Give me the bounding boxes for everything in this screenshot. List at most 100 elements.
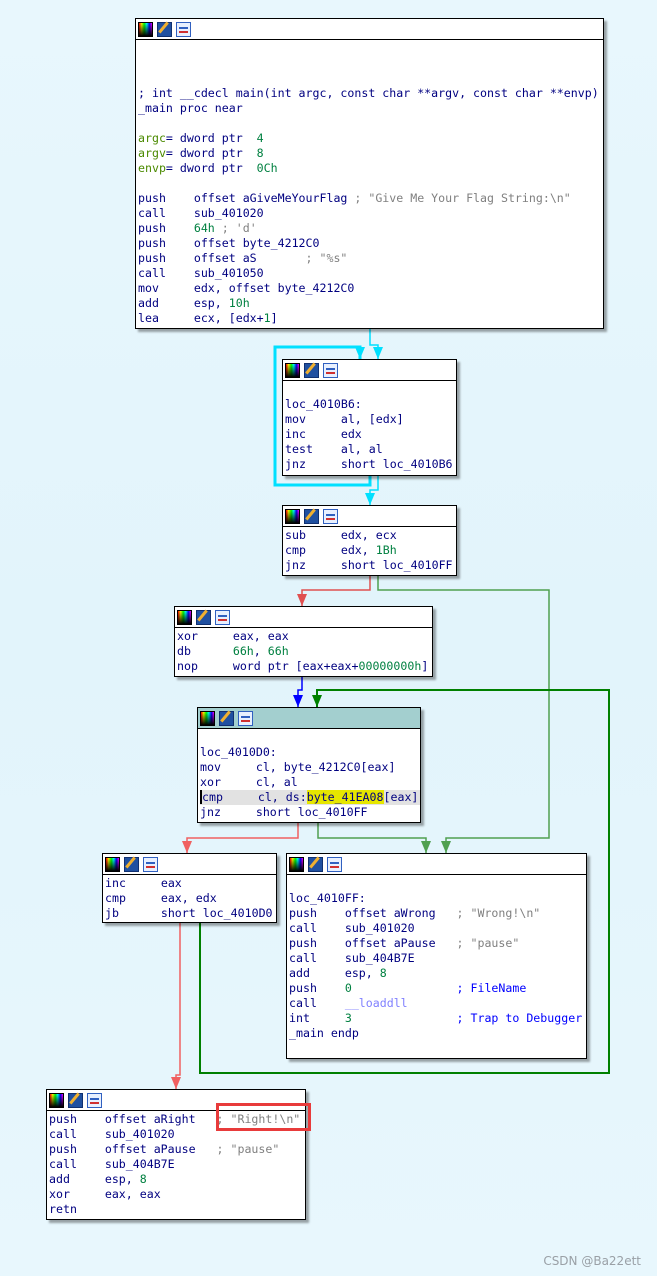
asm-line[interactable]: xor cl, al	[200, 775, 420, 790]
asm-line[interactable]: mov al, [edx]	[285, 412, 456, 427]
asm-line[interactable]	[200, 730, 420, 745]
asm-line[interactable]: push offset aPause ; "pause"	[49, 1142, 305, 1157]
color-palette-icon[interactable]	[138, 21, 153, 37]
code-block-loop-increment[interactable]: inc eax cmp eax, edx jb short loc_4010D0	[102, 853, 277, 923]
asm-line[interactable]: test al, al	[285, 442, 456, 457]
asm-line[interactable]: xor eax, eax	[177, 629, 432, 644]
asm-line[interactable]: call __loaddll	[289, 996, 586, 1011]
edit-pencil-icon[interactable]	[219, 710, 234, 726]
asm-line[interactable]: call sub_401020	[289, 921, 586, 936]
asm-line[interactable]	[289, 876, 586, 891]
asm-line[interactable]: add esp, 10h	[138, 296, 603, 311]
graph-overview-icon[interactable]	[327, 856, 342, 872]
asm-line[interactable]: add esp, 8	[289, 966, 586, 981]
code-block-init-loop[interactable]: xor eax, eax db 66h, 66h nop word ptr [eax…	[174, 606, 433, 677]
asm-line[interactable]	[289, 1041, 586, 1056]
asm-line[interactable]: inc edx	[285, 427, 456, 442]
mnemonic: push	[289, 981, 345, 995]
asm-line[interactable]: push 0 ; FileName	[289, 981, 586, 996]
mnemonic: = dword ptr	[165, 146, 257, 160]
operand: short loc_4010FF	[255, 805, 368, 819]
asm-line[interactable]	[138, 71, 603, 86]
number: 8	[379, 966, 387, 980]
asm-line[interactable]: xor eax, eax	[49, 1187, 305, 1202]
code-block-length-check[interactable]: sub edx, ecx cmp edx, 1Bh jnz short loc_40…	[282, 505, 457, 576]
asm-line[interactable]: _main proc near	[138, 101, 603, 116]
code-block-main-entry[interactable]: ; int __cdecl main(int argc, const char …	[135, 18, 604, 329]
asm-line[interactable]: call sub_401020	[138, 206, 603, 221]
operand	[352, 1011, 457, 1025]
asm-line[interactable]: mov edx, offset byte_4212C0	[138, 281, 603, 296]
asm-line[interactable]: argv= dword ptr 8	[138, 146, 603, 161]
color-palette-icon[interactable]	[285, 508, 300, 524]
asm-line[interactable]: call sub_401050	[138, 266, 603, 281]
asm-line[interactable]: loc_4010FF:	[289, 891, 586, 906]
comment: ; FileName	[456, 981, 527, 995]
asm-line[interactable]: argc= dword ptr 4	[138, 131, 603, 146]
graph-overview-icon[interactable]	[87, 1092, 102, 1108]
graph-overview-icon[interactable]	[176, 21, 191, 37]
edit-pencil-icon[interactable]	[68, 1092, 83, 1108]
edit-pencil-icon[interactable]	[304, 362, 319, 378]
mnemonic: mov	[138, 281, 194, 295]
asm-line[interactable]	[138, 116, 603, 131]
asm-line[interactable]: loc_4010B6:	[285, 397, 456, 412]
asm-line[interactable]: jnz short loc_4010B6	[285, 457, 456, 472]
color-palette-icon[interactable]	[285, 362, 300, 378]
asm-line[interactable]	[138, 41, 603, 56]
asm-line[interactable]: push offset aGiveMeYourFlag ; "Give Me Y…	[138, 191, 603, 206]
asm-line[interactable]: push 64h ; 'd'	[138, 221, 603, 236]
asm-line[interactable]: cmp eax, edx	[105, 891, 276, 906]
asm-line[interactable]: lea ecx, [edx+1]	[138, 311, 603, 326]
asm-line[interactable]: cmp cl, ds:byte_41EA08[eax]	[200, 790, 420, 805]
asm-line[interactable]: ; int __cdecl main(int argc, const char …	[138, 86, 603, 101]
asm-line[interactable]: call sub_404B7E	[49, 1157, 305, 1172]
graph-overview-icon[interactable]	[323, 362, 338, 378]
mnemonic: test	[285, 442, 341, 456]
asm-line[interactable]: envp= dword ptr 0Ch	[138, 161, 603, 176]
color-palette-icon[interactable]	[177, 609, 192, 625]
edit-pencil-icon[interactable]	[157, 21, 172, 37]
graph-overview-icon[interactable]	[323, 508, 338, 524]
edit-pencil-icon[interactable]	[308, 856, 323, 872]
asm-line[interactable]: push offset byte_4212C0	[138, 236, 603, 251]
asm-line[interactable]: inc eax	[105, 876, 276, 891]
mnemonic: call	[49, 1127, 105, 1141]
asm-line[interactable]: push offset aPause ; "pause"	[289, 936, 586, 951]
graph-overview-icon[interactable]	[143, 856, 158, 872]
asm-line[interactable]: add esp, 8	[49, 1172, 305, 1187]
color-palette-icon[interactable]	[289, 856, 304, 872]
graph-overview-icon[interactable]	[215, 609, 230, 625]
asm-line[interactable]	[138, 176, 603, 191]
color-palette-icon[interactable]	[105, 856, 120, 872]
asm-line[interactable]: retn	[49, 1202, 305, 1217]
graph-overview-icon[interactable]	[238, 710, 253, 726]
asm-line[interactable]: jnz short loc_4010FF	[200, 805, 420, 820]
asm-line[interactable]: call sub_404B7E	[289, 951, 586, 966]
asm-line[interactable]: push offset aWrong ; "Wrong!\n"	[289, 906, 586, 921]
edit-pencil-icon[interactable]	[196, 609, 211, 625]
asm-line[interactable]	[138, 56, 603, 71]
asm-line[interactable]: nop word ptr [eax+eax+00000000h]	[177, 659, 432, 674]
code-block-loc_4010FF[interactable]: loc_4010FF: push offset aWrong ; "Wrong!\…	[286, 853, 587, 1059]
mnemonic: xor	[200, 775, 256, 789]
asm-line[interactable]: int 3 ; Trap to Debugger	[289, 1011, 586, 1026]
mnemonic: cmp	[105, 891, 161, 905]
operand: offset aS	[193, 251, 306, 265]
asm-line[interactable]: sub edx, ecx	[285, 528, 456, 543]
edit-pencil-icon[interactable]	[124, 856, 139, 872]
asm-line[interactable]	[285, 382, 456, 397]
asm-line[interactable]: cmp edx, 1Bh	[285, 543, 456, 558]
color-palette-icon[interactable]	[200, 710, 215, 726]
asm-line[interactable]: _main endp	[289, 1026, 586, 1041]
code-block-loc_4010B6[interactable]: loc_4010B6: mov al, [edx] inc edx test al, …	[282, 359, 457, 476]
edit-pencil-icon[interactable]	[304, 508, 319, 524]
code-block-loc_4010D0[interactable]: loc_4010D0: mov cl, byte_4212C0[eax] xor c…	[197, 707, 421, 823]
asm-line[interactable]: jb short loc_4010D0	[105, 906, 276, 921]
color-palette-icon[interactable]	[49, 1092, 64, 1108]
asm-line[interactable]: jnz short loc_4010FF	[285, 558, 456, 573]
asm-line[interactable]: loc_4010D0:	[200, 745, 420, 760]
asm-line[interactable]: push offset aS ; "%s"	[138, 251, 603, 266]
asm-line[interactable]: mov cl, byte_4212C0[eax]	[200, 760, 420, 775]
asm-line[interactable]: db 66h, 66h	[177, 644, 432, 659]
